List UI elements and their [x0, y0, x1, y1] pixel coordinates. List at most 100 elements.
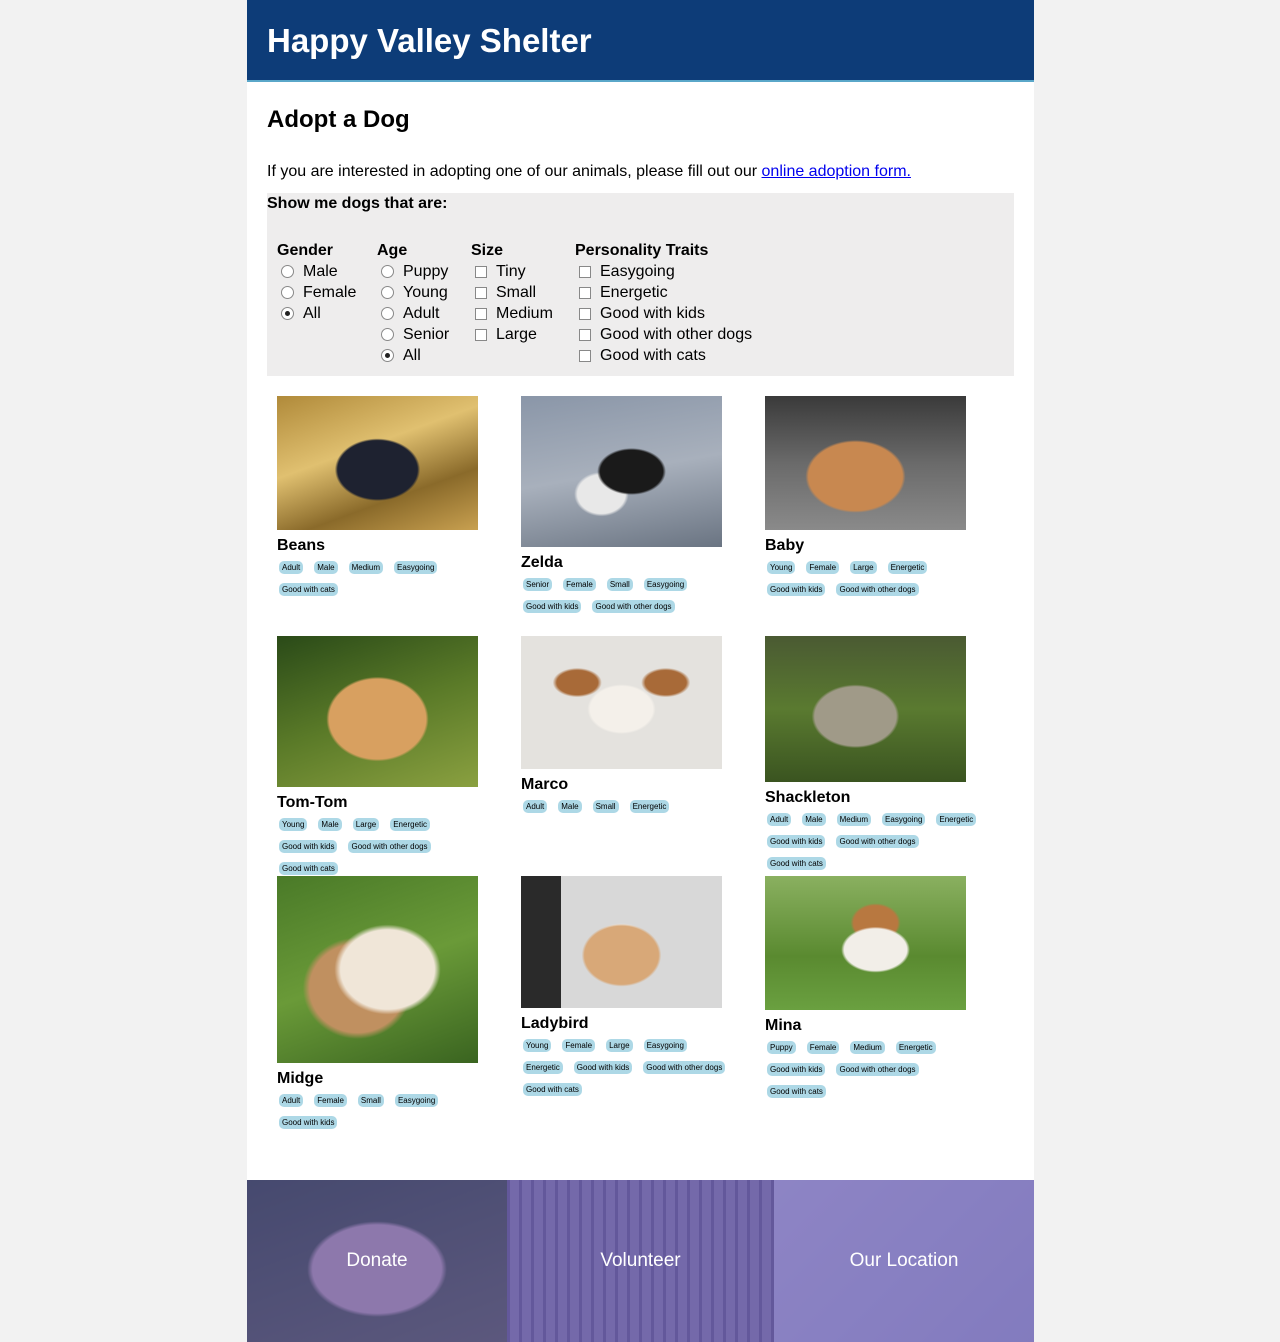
size-option-large[interactable]: Large — [471, 324, 553, 345]
dog-card-marco[interactable]: Marco Adult Male Small Energetic — [521, 636, 746, 819]
dog-photo[interactable] — [521, 876, 722, 1008]
dog-card-beans[interactable]: Beans Adult Male Medium Easygoing Good w… — [277, 396, 502, 602]
dog-name[interactable]: Shackleton — [765, 788, 990, 808]
radio-button[interactable] — [381, 328, 394, 341]
trait-option-easygoing[interactable]: Easygoing — [575, 261, 752, 282]
dog-card-mina[interactable]: Mina Puppy Female Medium Energetic Good … — [765, 876, 990, 1104]
dog-name[interactable]: Marco — [521, 775, 746, 795]
dog-card-ladybird[interactable]: Ladybird Young Female Large Easygoing En… — [521, 876, 746, 1102]
dog-tags: Adult Male Medium Easygoing Good with ca… — [277, 558, 502, 602]
age-option-adult[interactable]: Adult — [377, 303, 449, 324]
trait-option-good-with-other-dogs[interactable]: Good with other dogs — [575, 324, 752, 345]
dog-card-midge[interactable]: Midge Adult Female Small Easygoing Good … — [277, 876, 502, 1135]
dog-name[interactable]: Beans — [277, 536, 502, 556]
dog-photo[interactable] — [765, 396, 966, 530]
dog-card-tom-tom[interactable]: Tom-Tom Young Male Large Energetic Good … — [277, 636, 502, 881]
size-option-small[interactable]: Small — [471, 282, 553, 303]
dog-name[interactable]: Midge — [277, 1069, 502, 1089]
tag: Good with kids — [523, 600, 582, 613]
radio-button[interactable] — [281, 286, 294, 299]
dog-card-zelda[interactable]: Zelda Senior Female Small Easygoing Good… — [521, 396, 746, 619]
dog-photo[interactable] — [277, 876, 478, 1063]
location-link[interactable]: Our Location — [774, 1180, 1034, 1342]
dog-card-baby[interactable]: Baby Young Female Large Energetic Good w… — [765, 396, 990, 602]
age-option-senior[interactable]: Senior — [377, 324, 449, 345]
adoption-form-link[interactable]: online adoption form. — [762, 163, 911, 180]
tag: Easygoing — [394, 1094, 439, 1107]
dog-name[interactable]: Ladybird — [521, 1014, 746, 1034]
checkbox[interactable] — [475, 307, 487, 320]
trait-option-good-with-cats[interactable]: Good with cats — [575, 345, 752, 366]
volunteer-link[interactable]: Volunteer — [507, 1180, 774, 1342]
age-option-all[interactable]: All — [377, 345, 449, 366]
age-option-young[interactable]: Young — [377, 282, 449, 303]
tag: Medium — [836, 813, 872, 826]
page-title: Adopt a Dog — [267, 106, 410, 133]
checkbox[interactable] — [475, 328, 487, 341]
age-option-puppy[interactable]: Puppy — [377, 261, 449, 282]
radio-button[interactable] — [381, 265, 394, 278]
dog-photo[interactable] — [277, 636, 478, 787]
tag: Male — [558, 800, 582, 813]
dog-photo[interactable] — [521, 396, 722, 547]
radio-button[interactable] — [381, 307, 394, 320]
tag: Female — [806, 561, 840, 574]
tag: Good with cats — [279, 583, 338, 596]
intro-paragraph: If you are interested in adopting one of… — [267, 162, 1014, 182]
tag: Medium — [348, 561, 384, 574]
dog-card-shackleton[interactable]: Shackleton Adult Male Medium Easygoing E… — [765, 636, 990, 876]
dog-name[interactable]: Tom-Tom — [277, 793, 502, 813]
checkbox[interactable] — [579, 265, 591, 278]
dog-photo[interactable] — [277, 396, 478, 530]
dog-tags: Young Male Large Energetic Good with kid… — [277, 815, 502, 881]
tag: Energetic — [887, 561, 928, 574]
dog-tags: Adult Male Small Energetic — [521, 797, 746, 819]
checkbox[interactable] — [579, 307, 591, 320]
trait-option-good-with-kids[interactable]: Good with kids — [575, 303, 752, 324]
radio-button-selected[interactable] — [281, 307, 294, 320]
site-title[interactable]: Happy Valley Shelter — [247, 0, 1034, 60]
tag: Good with cats — [279, 862, 338, 875]
radio-button-selected[interactable] — [381, 349, 394, 362]
size-option-tiny[interactable]: Tiny — [471, 261, 553, 282]
dog-tags: Young Female Large Energetic Good with k… — [765, 558, 990, 602]
dog-photo[interactable] — [765, 876, 966, 1010]
donate-label: Donate — [346, 1250, 408, 1271]
trait-option-energetic[interactable]: Energetic — [575, 282, 752, 303]
tag: Energetic — [936, 813, 977, 826]
tag: Good with cats — [767, 1085, 826, 1098]
gender-option-all[interactable]: All — [277, 303, 356, 324]
checkbox[interactable] — [579, 286, 591, 299]
dog-name[interactable]: Mina — [765, 1016, 990, 1036]
dog-photo[interactable] — [521, 636, 722, 769]
checkbox[interactable] — [475, 265, 487, 278]
tag: Energetic — [523, 1061, 563, 1074]
gender-option-female[interactable]: Female — [277, 282, 356, 303]
dog-name[interactable]: Baby — [765, 536, 990, 556]
donate-link[interactable]: Donate — [247, 1180, 507, 1342]
radio-button[interactable] — [281, 265, 294, 278]
tag: Good with other dogs — [348, 840, 431, 853]
volunteer-label: Volunteer — [600, 1250, 681, 1271]
gender-filter-label: Gender — [277, 242, 334, 259]
filter-panel: Show me dogs that are: Gender Male Femal… — [267, 193, 1014, 376]
tag: Good with other dogs — [836, 835, 919, 848]
radio-button[interactable] — [381, 286, 394, 299]
age-filter: Age Puppy Young Adult Senior All — [377, 241, 449, 366]
dog-name[interactable]: Zelda — [521, 553, 746, 573]
dog-photo[interactable] — [765, 636, 966, 782]
dog-tags: Puppy Female Medium Energetic Good with … — [765, 1038, 990, 1104]
checkbox[interactable] — [475, 286, 487, 299]
tag: Good with kids — [767, 583, 826, 596]
tag: Good with kids — [767, 835, 826, 848]
gender-option-male[interactable]: Male — [277, 261, 356, 282]
traits-filter-label: Personality Traits — [575, 242, 709, 259]
gender-filter: Gender Male Female All — [277, 241, 356, 324]
tag: Small — [357, 1094, 384, 1107]
tag: Young — [523, 1039, 552, 1052]
tag: Adult — [767, 813, 792, 826]
checkbox[interactable] — [579, 349, 591, 362]
checkbox[interactable] — [579, 328, 591, 341]
tag: Adult — [279, 561, 304, 574]
size-option-medium[interactable]: Medium — [471, 303, 553, 324]
